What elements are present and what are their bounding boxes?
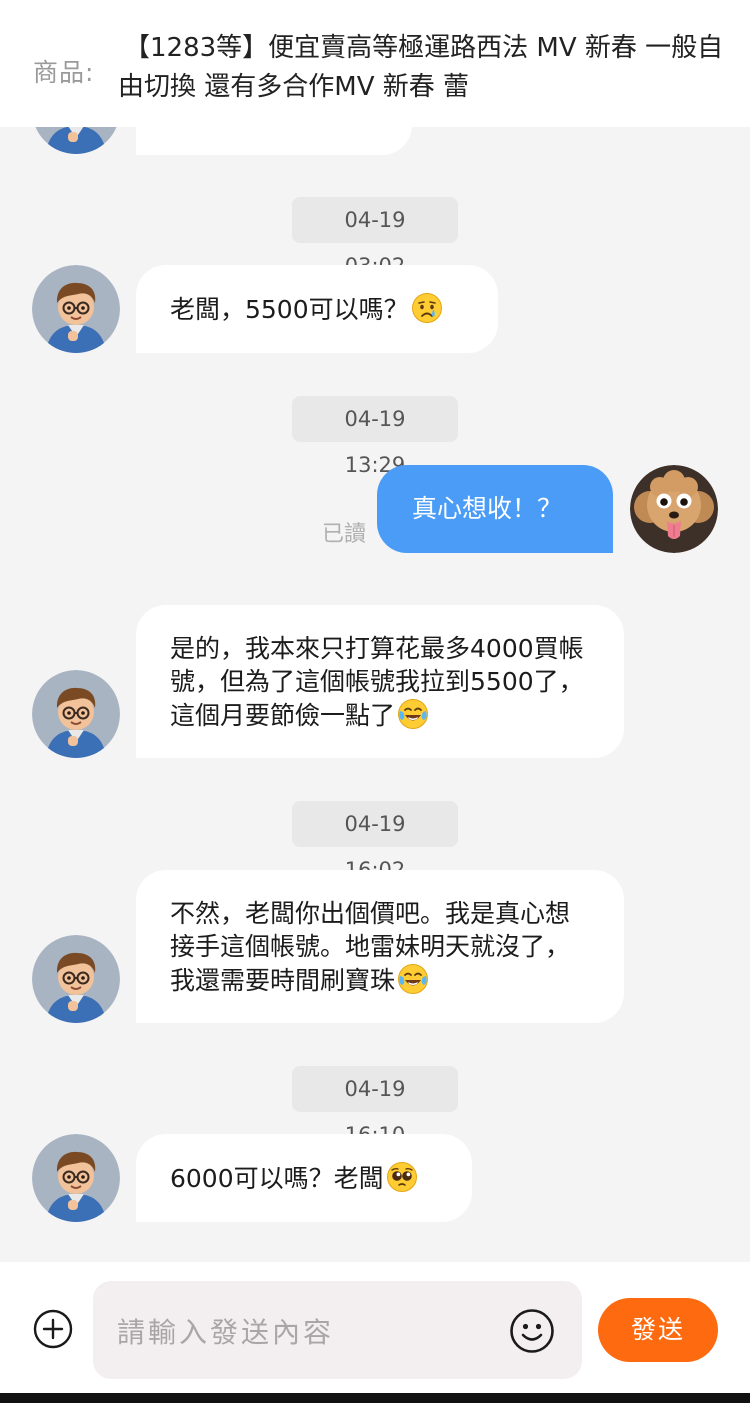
message-bubble: 不然，老闆你出個價吧。我是真心想接手這個帳號。地雷妹明天就沒了，我還需要時間刷寶…	[136, 870, 624, 1023]
chat-area[interactable]: 04-19 03:02 老闆，5500可以嗎？ 04-19 13:29 已讀 真…	[0, 0, 750, 1262]
send-button[interactable]: 發送	[598, 1298, 718, 1362]
buyer-avatar[interactable]	[32, 265, 120, 353]
message-input-placeholder: 請輸入發送內容	[117, 1316, 335, 1349]
message-text: 是的，我本來只打算花最多4000買帳號，但為了這個帳號我拉到5500了，這個月要…	[170, 634, 584, 730]
tears-of-joy-emoji-icon	[397, 698, 429, 730]
buyer-avatar[interactable]	[32, 670, 120, 758]
my-avatar[interactable]	[630, 465, 718, 553]
product-header[interactable]: 商品: 【1283等】便宜賣高等極運路西法 MV 新春 一般自由切換 還有多合作…	[0, 0, 750, 127]
tears-of-joy-emoji-icon	[397, 963, 429, 995]
product-label: 商品:	[33, 58, 95, 87]
buyer-avatar[interactable]	[32, 1134, 120, 1222]
product-title[interactable]: 【1283等】便宜賣高等極運路西法 MV 新春 一般自由切換 還有多合作MV 新…	[118, 29, 728, 107]
message-text: 真心想收！？	[412, 494, 563, 523]
message-text: 6000可以嗎？老闆	[170, 1164, 384, 1193]
message-bubble-outgoing: 真心想收！？	[377, 465, 613, 553]
bottom-bar	[0, 1393, 750, 1403]
message-text: 老闆，5500可以嗎？	[170, 295, 409, 324]
timestamp: 04-19 03:02	[292, 197, 458, 278]
message-bubble: 是的，我本來只打算花最多4000買帳號，但為了這個帳號我拉到5500了，這個月要…	[136, 605, 624, 758]
add-attachment-plus-icon[interactable]	[33, 1309, 73, 1349]
timestamp: 04-19 13:29	[292, 396, 458, 477]
message-bubble: 6000可以嗎？老闆	[136, 1134, 472, 1222]
timestamp: 04-19 16:02	[292, 801, 458, 882]
pleading-face-emoji-icon	[386, 1161, 418, 1193]
crying-face-emoji-icon	[411, 292, 443, 324]
input-bar: 請輸入發送內容 發送	[0, 1262, 750, 1393]
read-status: 已讀	[322, 522, 367, 547]
message-input[interactable]: 請輸入發送內容	[93, 1281, 582, 1379]
timestamp: 04-19 16:10	[292, 1066, 458, 1147]
emoji-picker-smile-icon[interactable]	[509, 1308, 555, 1354]
buyer-avatar[interactable]	[32, 935, 120, 1023]
message-text: 不然，老闆你出個價吧。我是真心想接手這個帳號。地雷妹明天就沒了，我還需要時間刷寶…	[170, 899, 571, 995]
message-bubble: 老闆，5500可以嗎？	[136, 265, 498, 353]
